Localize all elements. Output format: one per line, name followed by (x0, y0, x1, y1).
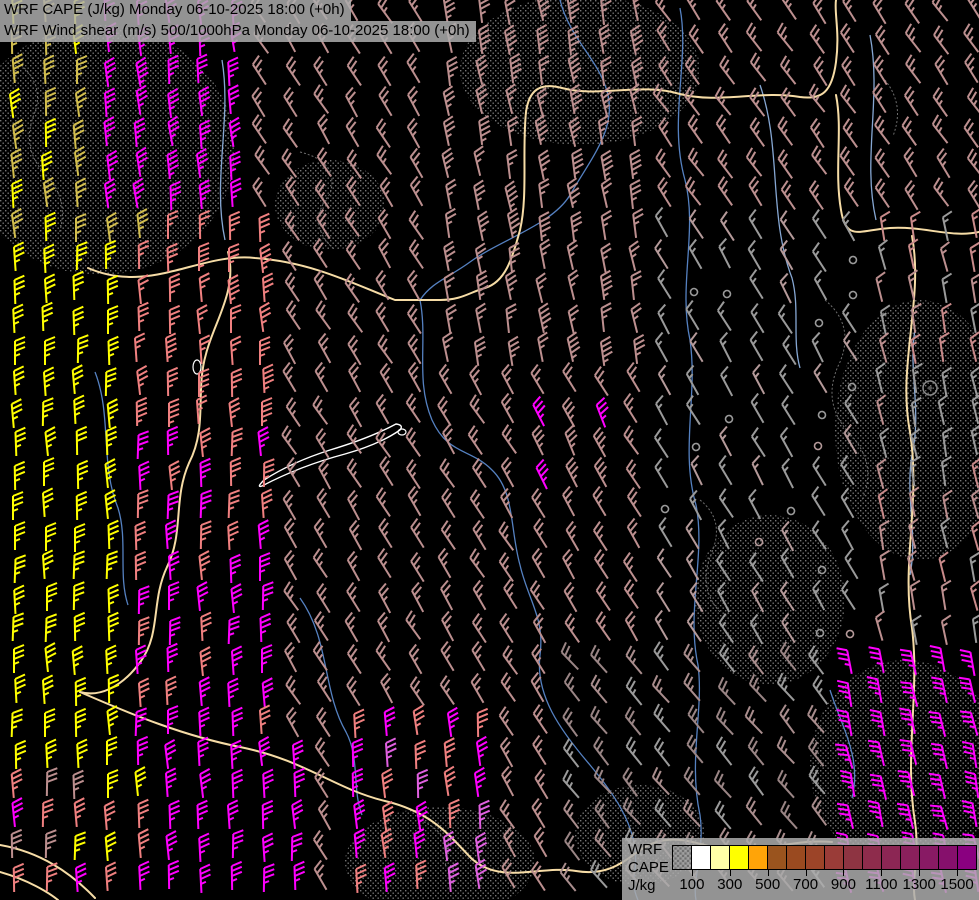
stipple-patch (695, 515, 845, 685)
barb-shaft (42, 307, 43, 331)
legend-cell (767, 846, 786, 869)
barb-shaft (107, 555, 108, 579)
legend-cell (673, 846, 691, 869)
barb-shaft (136, 712, 137, 736)
barb-shaft (259, 218, 260, 242)
barb-shaft (138, 435, 139, 459)
legend-product-label: WRF (628, 841, 669, 859)
legend-cell (691, 846, 710, 869)
barb-shaft (75, 836, 76, 860)
colorbar-tick-mark (730, 869, 731, 876)
cape-legend: WRF CAPE J/kg 100 300 500 700 900 1100 1300150… (622, 838, 979, 900)
colorbar-tick-label: 900 (831, 876, 856, 893)
barb-shaft (168, 495, 169, 519)
barb-shaft (294, 866, 295, 890)
legend-variable-label: CAPE (628, 859, 669, 877)
barb-shaft (45, 217, 46, 241)
barb-shaft (73, 775, 74, 799)
barb-shaft (232, 712, 233, 736)
barb-shaft (15, 432, 16, 456)
colorbar-tick-label: 1500 (940, 876, 973, 893)
legend-cell (786, 846, 805, 869)
barb-shaft (12, 713, 13, 737)
barb-shaft (229, 494, 230, 518)
barb-shaft (415, 745, 416, 769)
colorbar-tick-label: 1100 (865, 876, 897, 893)
legend-cell (938, 846, 957, 869)
colorbar-tick-mark (768, 869, 769, 876)
legend-cell (919, 846, 938, 869)
barb-shaft (230, 559, 231, 583)
title-cape: WRF CAPE (J/kg) Monday 06-10-2025 18:00 … (0, 0, 351, 21)
barb-shaft (106, 431, 107, 455)
barb-shaft (167, 648, 168, 672)
legend-cell (957, 846, 976, 869)
colorbar-tick-mark (957, 869, 958, 876)
colorbar-tick-mark (806, 869, 807, 876)
barb-shaft (138, 307, 139, 331)
weather-map-viewport: WRF CAPE (J/kg) Monday 06-10-2025 18:00 … (0, 0, 979, 900)
barb-shaft (229, 620, 230, 644)
barb-shaft (13, 617, 14, 641)
barb-shaft (197, 805, 198, 829)
barb-shaft (168, 60, 169, 84)
barb-shaft (479, 805, 480, 829)
barb-shaft (14, 280, 15, 304)
legend-cell (881, 846, 900, 869)
title-wind-shear: WRF Wind shear (m/s) 500/1000hPa Monday … (0, 21, 476, 42)
legend-cell (748, 846, 767, 869)
barb-shaft (449, 804, 450, 828)
legend-cell (862, 846, 881, 869)
barb-shaft (201, 494, 202, 518)
barb-shaft (294, 773, 295, 797)
colorbar-tick-label: 1300 (903, 876, 936, 893)
legend-cell (824, 846, 843, 869)
barb-shaft (170, 186, 171, 210)
barb-shaft (108, 525, 109, 549)
barb-shaft (135, 526, 136, 550)
legend-cell (900, 846, 919, 869)
colorbar-tick-label: 100 (679, 876, 704, 893)
legend-cell (805, 846, 824, 869)
terrain-ring-dot (928, 386, 932, 390)
colorbar-tick-label: 700 (793, 876, 818, 893)
colorbar-tick-mark (881, 869, 882, 876)
barb-shaft (74, 555, 75, 579)
barb-shaft (169, 805, 170, 829)
barb-shaft (46, 618, 47, 642)
barb-shaft (108, 341, 109, 365)
barb-shaft (167, 248, 168, 272)
wrf-map-canvas (0, 0, 979, 900)
barb-shaft (15, 559, 16, 583)
colorbar-tick-label: 300 (717, 876, 742, 893)
legend-label-block: WRF CAPE J/kg (628, 841, 669, 895)
barb-shaft (73, 311, 74, 335)
barb-shaft (232, 432, 233, 456)
barb-shaft (232, 774, 233, 798)
barb-shaft (200, 463, 201, 487)
barb-shaft (108, 617, 109, 641)
barb-shaft (138, 804, 139, 828)
legend-cell (843, 846, 862, 869)
colorbar-tick-mark (692, 869, 693, 876)
colorbar-tick-mark (919, 869, 920, 876)
cape-colorbar (672, 845, 977, 870)
barb-shaft (260, 618, 261, 642)
legend-units-label: J/kg (628, 877, 669, 895)
colorbar-tick-mark (843, 869, 844, 876)
legend-cell (710, 846, 729, 869)
colorbar-tick-label: 500 (755, 876, 780, 893)
legend-cell (729, 846, 748, 869)
barb-shaft (73, 276, 74, 300)
barb-shaft (108, 589, 109, 613)
